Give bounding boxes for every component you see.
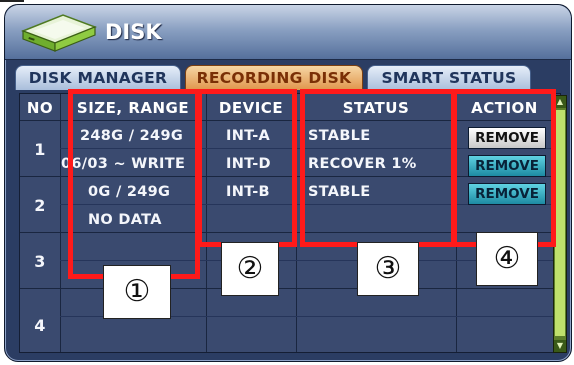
crop-corner-mark xyxy=(0,0,24,2)
row-number: 1 xyxy=(34,140,46,159)
row-number: 2 xyxy=(34,196,46,215)
scrollbar-thumb[interactable] xyxy=(555,110,565,336)
highlight-box-status xyxy=(300,89,456,247)
highlight-box-size-range xyxy=(68,89,200,279)
scroll-down-arrow-icon[interactable]: ▼ xyxy=(554,340,566,352)
row-number: 4 xyxy=(34,316,46,335)
highlight-box-device xyxy=(197,89,297,247)
callout-4: ④ xyxy=(476,232,538,286)
disk-drive-icon xyxy=(20,14,98,52)
window-title: DISK xyxy=(105,20,162,44)
highlight-box-action xyxy=(452,89,556,247)
tab-disk-manager[interactable]: DISK MANAGER xyxy=(15,65,181,90)
tab-recording-disk[interactable]: RECORDING DISK xyxy=(185,65,363,90)
header-no: NO xyxy=(26,99,54,117)
callout-3: ③ xyxy=(357,242,419,296)
callout-1: ① xyxy=(103,265,171,319)
title-bar: DISK xyxy=(5,5,571,60)
callout-2: ② xyxy=(221,242,279,296)
tab-smart-status[interactable]: SMART STATUS xyxy=(367,65,531,90)
row-number: 3 xyxy=(34,252,46,271)
